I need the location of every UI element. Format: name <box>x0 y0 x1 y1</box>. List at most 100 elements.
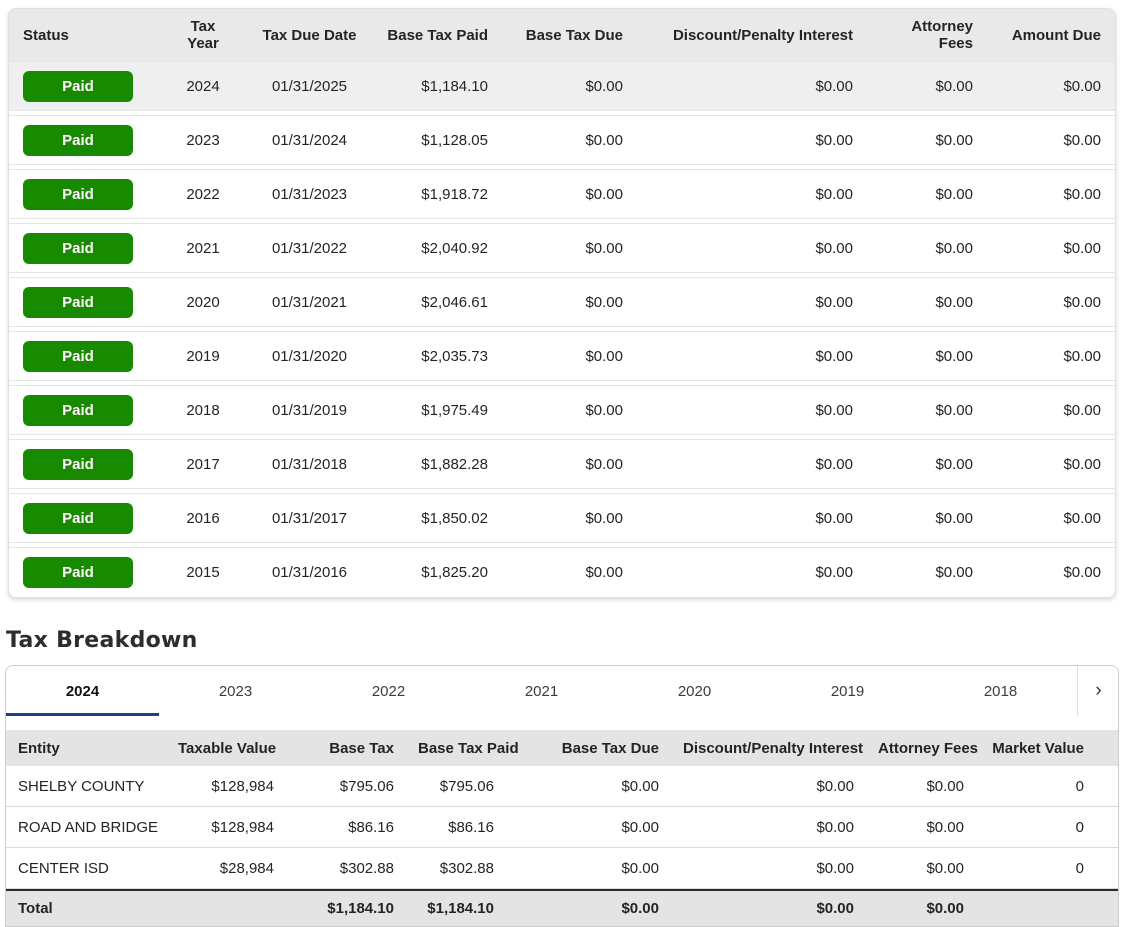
breakdown-rows: SHELBY COUNTY $128,984 $795.06 $795.06 $… <box>6 766 1118 889</box>
column-header: Entity <box>18 739 60 757</box>
paid-status-button[interactable]: Paid <box>23 232 133 264</box>
breakdown-year-tab[interactable]: 2021 <box>465 666 618 716</box>
cell-base-tax-due: $0.00 <box>621 859 659 877</box>
cell-tax-due-date: 01/31/2019 <box>271 401 348 419</box>
cell-base-tax-due: $0.00 <box>585 293 623 311</box>
cell-base-tax-due: $0.00 <box>585 185 623 203</box>
cell-amount-due: $0.00 <box>1063 77 1101 95</box>
cell-amount-due <box>1096 823 1118 831</box>
total-base-tax-paid: $1,184.10 <box>427 900 494 917</box>
column-header: Attorney Fees <box>911 18 973 52</box>
paid-status-button[interactable]: Paid <box>23 70 133 102</box>
cell-tax-year: 2017 <box>186 455 220 473</box>
cell-amount-due: $0.00 <box>1063 509 1101 527</box>
cell-tax-due-date: 01/31/2016 <box>271 564 348 581</box>
cell-attorney-fees: $0.00 <box>926 859 964 877</box>
cell-tax-due-date: 01/31/2023 <box>271 185 348 203</box>
chevron-right-icon: › <box>1095 680 1102 701</box>
column-header: Market Value <box>992 739 1084 757</box>
breakdown-tabs: 2024 2023 2022 2021 2020 2019 2018 <box>6 666 1077 716</box>
table-row: ROAD AND BRIDGE $128,984 $86.16 $86.16 $… <box>6 807 1118 848</box>
cell-base-tax-due: $0.00 <box>585 401 623 419</box>
cell-discount-penalty-interest: $0.00 <box>815 293 853 311</box>
table-row: Paid 2022 01/31/2023 $1,918.72 $0.00 $0.… <box>9 169 1115 219</box>
cell-base-tax-paid: $86.16 <box>448 818 494 836</box>
cell-amount-due: $0.00 <box>1063 293 1101 311</box>
paid-status-button[interactable]: Paid <box>23 502 133 534</box>
cell-tax-year: 2023 <box>186 131 220 149</box>
cell-base-tax-paid: $1,975.49 <box>421 401 488 419</box>
breakdown-year-tab[interactable]: 2024 <box>6 666 159 716</box>
cell-base-tax: $302.88 <box>339 859 394 877</box>
breakdown-year-tab[interactable]: 2019 <box>771 666 924 716</box>
total-label: Total <box>18 900 53 917</box>
paid-status-button[interactable]: Paid <box>23 124 133 156</box>
cell-discount-penalty-interest: $0.00 <box>815 347 853 365</box>
cell-tax-due-date: 01/31/2025 <box>271 77 348 95</box>
cell-attorney-fees: $0.00 <box>935 401 973 419</box>
cell-base-tax-due: $0.00 <box>585 509 623 527</box>
cell-attorney-fees: $0.00 <box>935 564 973 581</box>
cell-entity: SHELBY COUNTY <box>18 777 145 795</box>
cell-base-tax-due: $0.00 <box>621 777 659 795</box>
cell-amount-due: $0.00 <box>1063 347 1101 365</box>
cell-amount-due: $0.00 <box>1063 455 1101 473</box>
cell-tax-due-date: 01/31/2022 <box>271 239 348 257</box>
cell-attorney-fees: $0.00 <box>935 185 973 203</box>
cell-base-tax-due: $0.00 <box>585 77 623 95</box>
paid-status-button[interactable]: Paid <box>23 557 133 588</box>
cell-base-tax-paid: $2,046.61 <box>421 293 488 311</box>
breakdown-total-row: Total $1,184.10 $1,184.10 $0.00 $0.00 $0… <box>6 889 1118 926</box>
cell-attorney-fees: $0.00 <box>935 455 973 473</box>
breakdown-year-tab[interactable]: 2020 <box>618 666 771 716</box>
column-header: Discount/Penalty Interest <box>672 26 853 44</box>
cell-base-tax: $86.16 <box>348 818 394 836</box>
cell-status: Paid <box>9 283 159 322</box>
payment-history-rows: Paid 2024 01/31/2025 $1,184.10 $0.00 $0.… <box>9 61 1115 597</box>
total-amount-due <box>1096 901 1118 917</box>
paid-status-button[interactable]: Paid <box>23 340 133 372</box>
breakdown-tab-strip: 2024 2023 2022 2021 2020 2019 2018 › <box>6 666 1118 716</box>
cell-base-tax-paid: $2,035.73 <box>421 347 488 365</box>
table-row: Paid 2017 01/31/2018 $1,882.28 $0.00 $0.… <box>9 439 1115 489</box>
cell-status: Paid <box>9 391 159 430</box>
cell-amount-due <box>1096 864 1118 872</box>
breakdown-year-tab[interactable]: 2018 <box>924 666 1077 716</box>
column-header: Tax Due Date <box>262 26 357 44</box>
cell-base-tax-paid: $1,918.72 <box>421 185 488 203</box>
paid-status-button[interactable]: Paid <box>23 448 133 480</box>
paid-status-button[interactable]: Paid <box>23 286 133 318</box>
cell-taxable-value: $28,984 <box>219 859 274 877</box>
paid-status-button[interactable]: Paid <box>23 178 133 210</box>
tax-breakdown-title: Tax Breakdown <box>6 628 198 653</box>
tax-breakdown-panel: 2024 2023 2022 2021 2020 2019 2018 › Entity Tax… <box>5 665 1119 927</box>
table-row: Paid 2015 01/31/2016 $1,825.20 $0.00 $0.… <box>9 547 1115 597</box>
cell-status: Paid <box>9 121 159 160</box>
cell-base-tax-due: $0.00 <box>585 455 623 473</box>
column-header: Base Tax <box>329 739 394 757</box>
cell-base-tax-paid: $1,184.10 <box>421 77 488 95</box>
payment-history-header-row: Status Tax Year Tax Due Date Base Tax Paid B… <box>9 9 1115 61</box>
total-attorney-fees: $0.00 <box>926 900 964 917</box>
table-row: Paid 2019 01/31/2020 $2,035.73 $0.00 $0.… <box>9 331 1115 381</box>
paid-status-button[interactable]: Paid <box>23 394 133 426</box>
cell-discount-penalty-interest: $0.00 <box>815 509 853 527</box>
breakdown-year-tab[interactable]: 2023 <box>159 666 312 716</box>
cell-attorney-fees: $0.00 <box>935 77 973 95</box>
cell-attorney-fees: $0.00 <box>935 509 973 527</box>
cell-discount-penalty-interest: $0.00 <box>816 777 854 795</box>
total-discount-penalty-interest: $0.00 <box>816 900 854 917</box>
cell-discount-penalty-interest: $0.00 <box>816 859 854 877</box>
cell-discount-penalty-interest: $0.00 <box>815 239 853 257</box>
column-header: Amount Due <box>1011 26 1101 44</box>
table-row: Paid 2021 01/31/2022 $2,040.92 $0.00 $0.… <box>9 223 1115 273</box>
tabs-scroll-next-button[interactable]: › <box>1077 666 1118 716</box>
cell-tax-year: 2019 <box>186 347 220 365</box>
column-header: Tax Year <box>187 18 219 52</box>
tab-table-spacer <box>6 716 1118 730</box>
cell-status: Paid <box>9 67 159 106</box>
breakdown-year-tab[interactable]: 2022 <box>312 666 465 716</box>
cell-amount-due: $0.00 <box>1063 239 1101 257</box>
table-row: Paid 2016 01/31/2017 $1,850.02 $0.00 $0.… <box>9 493 1115 543</box>
cell-market-value: 0 <box>1075 777 1084 795</box>
